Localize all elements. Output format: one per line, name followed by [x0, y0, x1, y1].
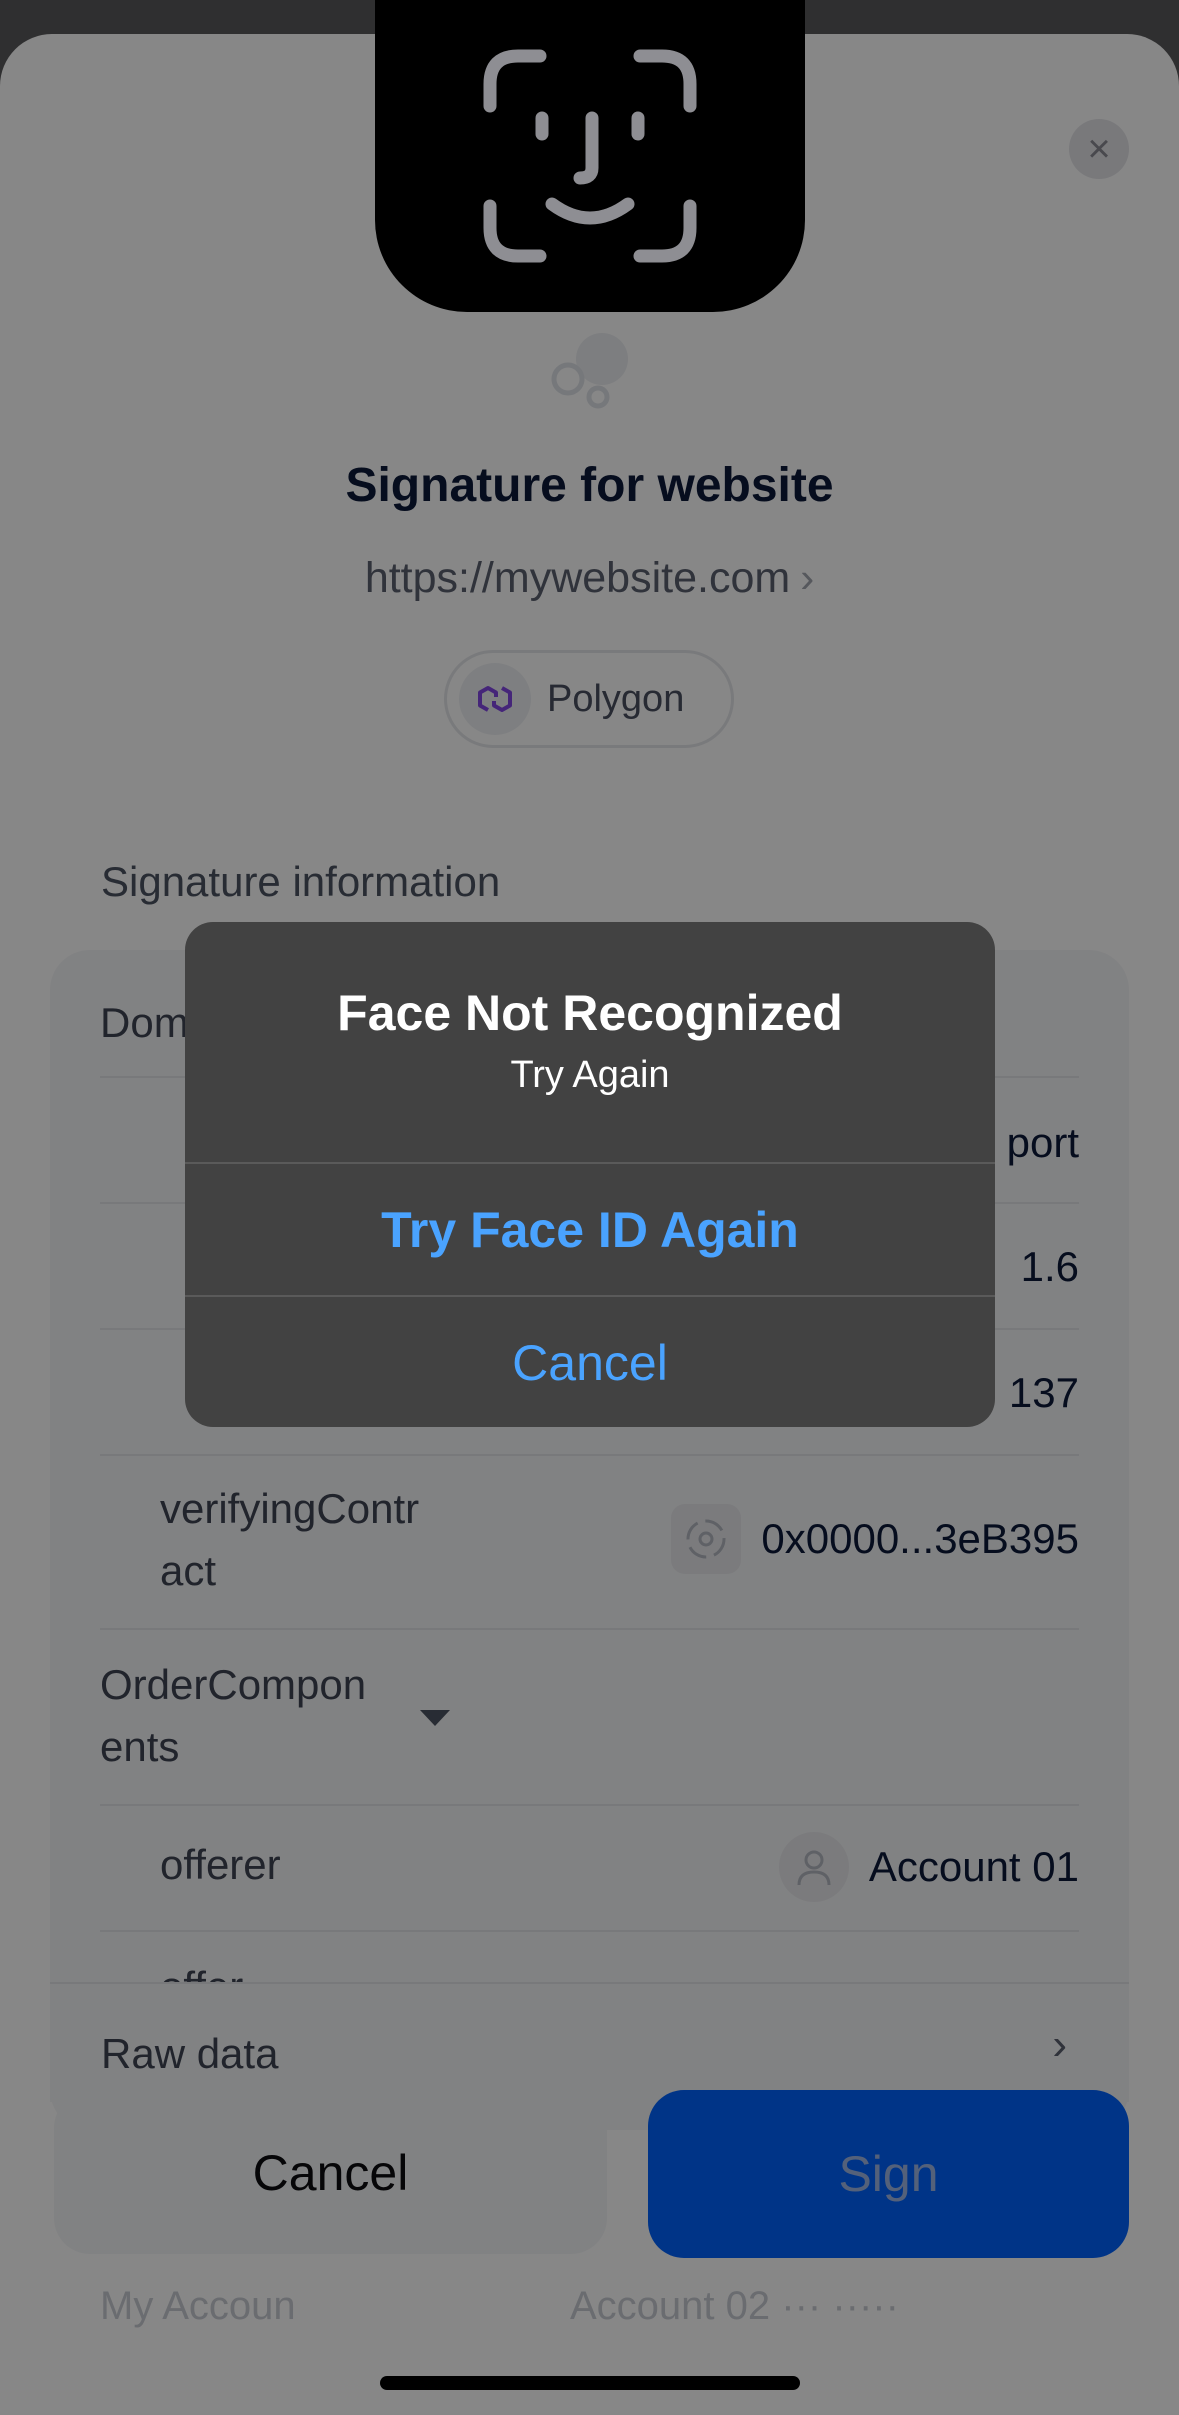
home-indicator[interactable]	[380, 2376, 800, 2390]
alert-title: Face Not Recognized	[337, 985, 843, 1041]
try-face-id-again-button[interactable]: Try Face ID Again	[185, 1162, 995, 1295]
face-id-icon	[375, 0, 805, 312]
face-not-recognized-alert: Face Not Recognized Try Again Try Face I…	[185, 922, 995, 1427]
alert-message: Try Again	[510, 1054, 670, 1096]
alert-cancel-button[interactable]: Cancel	[185, 1295, 995, 1427]
